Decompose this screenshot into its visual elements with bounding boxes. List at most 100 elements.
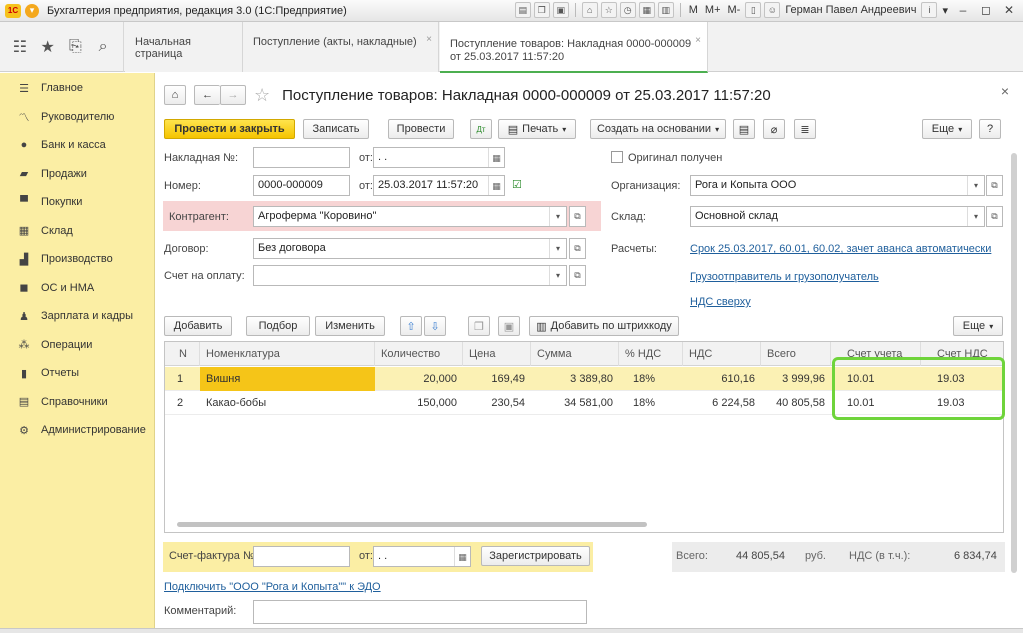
table-more-button[interactable]: Еще ▾ [953, 316, 1003, 336]
register-button[interactable]: Зарегистрировать [481, 546, 590, 566]
sidebar-item-catalogs[interactable]: ▤ Справочники [0, 388, 154, 417]
print-icon[interactable]: ▤ [514, 2, 531, 18]
sidebar-item-reports[interactable]: ▮ Отчеты [0, 359, 154, 388]
minimize-button[interactable]: – [953, 2, 973, 18]
vat-on-top-link[interactable]: НДС сверху [690, 296, 751, 308]
search-icon[interactable]: ⌕ [92, 38, 114, 56]
sidebar-item-operations[interactable]: ⁂ Операции [0, 331, 154, 360]
more-button[interactable]: Еще ▾ [922, 119, 972, 139]
memory-button[interactable]: M [687, 4, 700, 16]
dt-kt-movements-icon[interactable]: Дт [470, 119, 492, 139]
open-payment-account-button[interactable]: ⧉ [569, 265, 586, 286]
info-icon[interactable]: i [921, 2, 938, 18]
chevron-down-icon[interactable]: ▾ [967, 207, 984, 226]
date-input[interactable]: 25.03.2017 11:57:20 ▦ [373, 175, 505, 196]
tab-home[interactable]: Начальная страница [125, 22, 243, 72]
sidebar-item-sales[interactable]: ▰ Продажи [0, 160, 154, 189]
column-header[interactable]: НДС [683, 342, 761, 366]
sidebar-item-bank[interactable]: ● Банк и касса [0, 131, 154, 160]
sidebar-item-warehouse[interactable]: ▦ Склад [0, 217, 154, 246]
create-based-on-button[interactable]: Создать на основании ▾ [590, 119, 726, 139]
calculator-icon[interactable]: ▦ [638, 2, 655, 18]
close-document-icon[interactable]: × [1001, 83, 1009, 99]
save-icon[interactable]: ▣ [552, 2, 569, 18]
change-button[interactable]: Изменить [315, 316, 385, 336]
calendar-icon[interactable]: ▥ [657, 2, 674, 18]
scrollbar-thumb[interactable] [1011, 153, 1017, 573]
column-header[interactable]: Количество [375, 342, 463, 366]
copy-icon[interactable]: ❐ [533, 2, 550, 18]
post-button[interactable]: Провести [388, 119, 454, 139]
back-button[interactable]: ← [194, 85, 220, 105]
vertical-scrollbar[interactable] [1010, 153, 1018, 623]
select-button[interactable]: Подбор [246, 316, 310, 336]
scrollbar-thumb[interactable] [177, 522, 647, 527]
contract-select[interactable]: Без договора ▾ [253, 238, 567, 259]
info-dropdown-icon[interactable]: ▾ [940, 4, 950, 17]
column-header[interactable]: Цена [463, 342, 531, 366]
comment-input[interactable] [253, 600, 587, 624]
sidebar-item-admin[interactable]: ⚙ Администрирование [0, 416, 154, 445]
close-tab-icon[interactable]: × [426, 34, 432, 45]
save-button[interactable]: Записать [303, 119, 369, 139]
calendar-icon[interactable]: ▦ [488, 176, 504, 195]
maximize-button[interactable]: ◻ [976, 2, 996, 18]
history-nav-icon[interactable]: ⎘ [64, 38, 86, 56]
warehouse-select[interactable]: Основной склад ▾ [690, 206, 985, 227]
close-window-button[interactable]: ✕ [999, 2, 1019, 18]
attachment-icon[interactable]: ⌀ [763, 119, 785, 139]
help-button[interactable]: ? [979, 119, 1001, 139]
column-header[interactable]: % НДС [619, 342, 683, 366]
window-layout-icon[interactable]: ▯ [745, 2, 762, 18]
history-icon[interactable]: ◷ [619, 2, 636, 18]
payment-account-select[interactable]: ▾ [253, 265, 567, 286]
move-up-icon[interactable]: ⇧ [400, 316, 422, 336]
sidebar-item-salary[interactable]: ♟ Зарплата и кадры [0, 302, 154, 331]
column-header[interactable]: N [165, 342, 200, 366]
add-row-button[interactable]: Добавить [164, 316, 232, 336]
tab-receipt-document[interactable]: Поступление товаров: Накладная 0000-0000… [440, 22, 708, 73]
home-icon[interactable]: ⌂ [581, 2, 598, 18]
invoice-footer-date-input[interactable]: . . ▦ [373, 546, 471, 567]
settlements-link[interactable]: Срок 25.03.2017, 60.01, 60.02, зачет ава… [690, 243, 991, 255]
invoice-date-input[interactable]: . . ▦ [373, 147, 505, 168]
column-header[interactable]: Номенклатура [200, 342, 375, 366]
tab-receipts-list[interactable]: Поступление (акты, накладные) × [243, 22, 439, 72]
check-icon[interactable]: ☑ [512, 178, 522, 191]
forward-button[interactable]: → [220, 85, 246, 105]
sidebar-item-purchases[interactable]: ▀ Покупки [0, 188, 154, 217]
move-down-icon[interactable]: ⇩ [424, 316, 446, 336]
home-button[interactable]: ⌂ [164, 85, 186, 105]
sidebar-item-assets[interactable]: ◼ ОС и НМА [0, 274, 154, 303]
document-icon[interactable]: ▤ [733, 119, 755, 139]
sidebar-item-production[interactable]: ▟ Производство [0, 245, 154, 274]
sidebar-item-management[interactable]: 〽 Руководителю [0, 103, 154, 132]
column-header[interactable]: Всего [761, 342, 831, 366]
open-organization-button[interactable]: ⧉ [986, 175, 1003, 196]
counterparty-select[interactable]: Агроферма "Коровино" ▾ [253, 206, 567, 227]
calendar-icon[interactable]: ▦ [488, 148, 504, 167]
post-and-close-button[interactable]: Провести и закрыть [164, 119, 295, 139]
add-by-barcode-button[interactable]: ▥ Добавить по штрихкоду [529, 316, 679, 336]
user-name[interactable]: Герман Павел Андреевич [783, 4, 918, 16]
chevron-down-icon[interactable]: ▾ [549, 207, 566, 226]
favorites-icon[interactable]: ★ [37, 37, 59, 57]
chevron-down-icon[interactable]: ▾ [549, 266, 566, 285]
calendar-icon[interactable]: ▦ [454, 547, 470, 566]
chevron-down-icon[interactable]: ▾ [549, 239, 566, 258]
list-icon[interactable]: ≣ [794, 119, 816, 139]
invoice-footer-input[interactable] [253, 546, 350, 567]
original-received-checkbox[interactable] [611, 151, 623, 163]
open-warehouse-button[interactable]: ⧉ [986, 206, 1003, 227]
invoice-number-input[interactable] [253, 147, 350, 168]
shipper-consignee-link[interactable]: Грузоотправитель и грузополучатель [690, 271, 879, 283]
number-input[interactable]: 0000-000009 [253, 175, 350, 196]
main-menu-icon[interactable]: ▾ [25, 3, 39, 18]
connect-edo-link[interactable]: Подключить "ООО "Рога и Копыта"" к ЭДО [164, 581, 381, 593]
sidebar-item-main[interactable]: ☰ Главное [0, 74, 154, 103]
open-contract-button[interactable]: ⧉ [569, 238, 586, 259]
chevron-down-icon[interactable]: ▾ [967, 176, 984, 195]
paste-row-icon[interactable]: ▣ [498, 316, 520, 336]
memory-plus-button[interactable]: M+ [703, 4, 723, 16]
open-counterparty-button[interactable]: ⧉ [569, 206, 586, 227]
